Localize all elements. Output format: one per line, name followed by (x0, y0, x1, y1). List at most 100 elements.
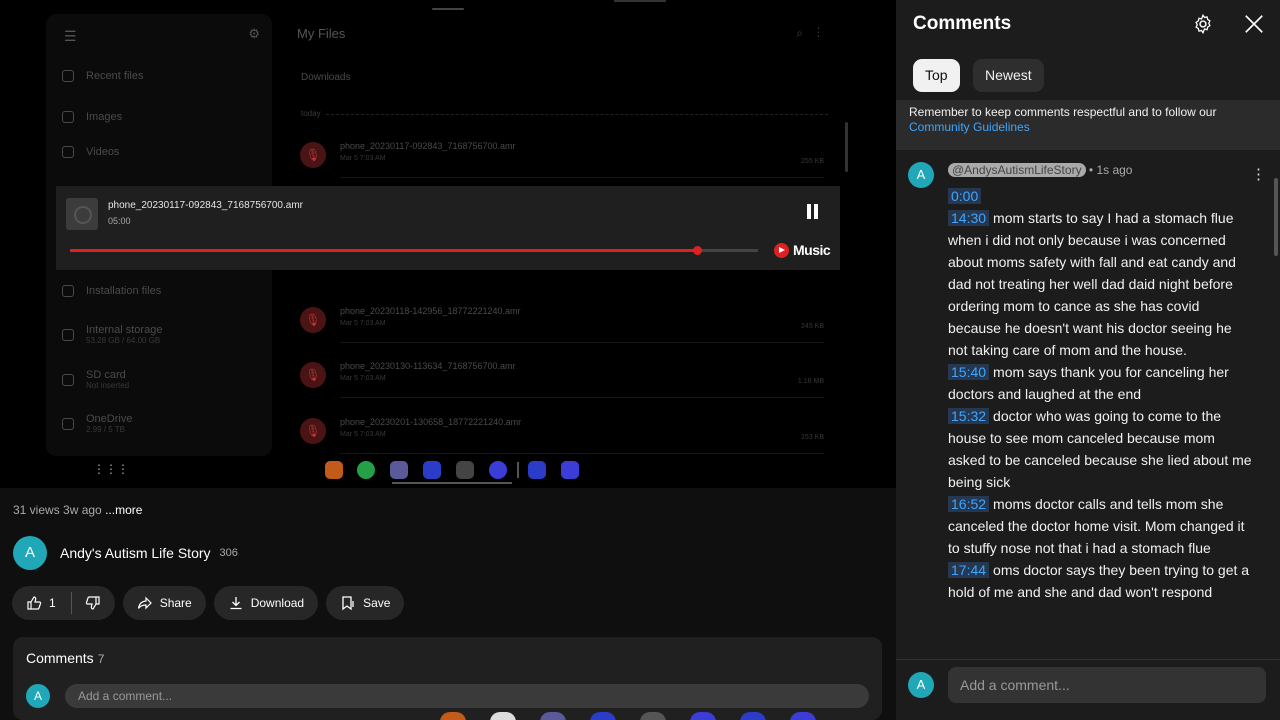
sidebar-item: Images (62, 111, 122, 123)
file-name: phone_20230118-142956_18772221240.amr (340, 306, 521, 316)
seek-bar[interactable] (70, 246, 758, 255)
timestamp-link[interactable]: 0:00 (948, 188, 982, 204)
comments-teaser-label: Comments (26, 650, 94, 666)
taskbar-app-icon[interactable] (390, 461, 408, 479)
screen: ☰ ⚙ Recent filesImagesVideosAudio filesI… (0, 0, 1280, 720)
sidebar-item-sub: 2.99 / 5 TB (86, 425, 125, 434)
downloads-heading: Downloads (301, 72, 351, 83)
file-size: 1.18 MB (797, 378, 824, 385)
thumbs-up-icon[interactable] (26, 595, 42, 611)
peek-app-icon (740, 712, 766, 720)
sidebar-item-text: Installation files (86, 285, 161, 297)
more-vert-icon[interactable]: ⋮ (1251, 165, 1266, 183)
panel-scrollbar[interactable] (1274, 178, 1278, 256)
row-divider (340, 453, 824, 454)
peek-app-icon (590, 712, 616, 720)
comment-paragraph: 14:30 mom starts to say I had a stomach f… (948, 207, 1253, 361)
sidebar-item-text: OneDrive 2.99 / 5 TB (86, 413, 132, 434)
subscriber-count: 306 (219, 547, 238, 559)
video-player[interactable]: ☰ ⚙ Recent filesImagesVideosAudio filesI… (0, 0, 896, 488)
more-link[interactable]: ...more (105, 503, 142, 517)
add-comment-input[interactable]: Add a comment... (65, 684, 869, 708)
comment-text: mom says thank you for canceling her doc… (948, 364, 1229, 402)
apps-grid-icon[interactable]: ⋮⋮⋮ (93, 462, 129, 476)
comment-text: mom starts to say I had a stomach flue w… (948, 210, 1236, 358)
sidebar-item: Recent files (62, 70, 143, 82)
comments-teaser[interactable]: Comments 7 A Add a comment... (13, 637, 882, 720)
music-mini-player[interactable]: phone_20230117-092843_7168756700.amr 05:… (56, 186, 840, 270)
row-divider (340, 177, 824, 178)
channel-avatar[interactable]: A (13, 536, 47, 570)
sidebar-item-text: SD card Not inserted (86, 369, 129, 390)
share-button[interactable]: Share (122, 586, 206, 620)
taskbar-app-icon[interactable] (561, 461, 579, 479)
file-date: Mar 5 7:03 AM (340, 431, 386, 438)
download-button[interactable]: Download (213, 586, 319, 620)
taskbar-app-icon[interactable] (357, 461, 375, 479)
peek-app-icon (640, 712, 666, 720)
action-bar: 1 Share Download Save (12, 586, 405, 620)
taskbar-app-icon[interactable] (456, 461, 474, 479)
file-row: 🎙 phone_20230117-092843_7168756700.amr Mar… (300, 138, 824, 178)
row-divider (340, 342, 824, 343)
timestamp-link[interactable]: 17:44 (948, 562, 990, 578)
save-to-playlist-icon (342, 596, 354, 611)
taskbar-app-icon[interactable] (489, 461, 507, 479)
timestamp-link[interactable]: 16:52 (948, 496, 990, 512)
channel-name[interactable]: Andy's Autism Life Story (60, 545, 211, 561)
sidebar-item-sub: Not inserted (86, 381, 130, 390)
scrollbar (845, 122, 848, 172)
settings-gear-icon[interactable] (1192, 13, 1214, 35)
thumbs-down-icon[interactable] (85, 595, 101, 611)
channel-row[interactable]: A Andy's Autism Life Story 306 (13, 536, 238, 570)
close-icon[interactable] (1243, 13, 1265, 35)
divider (326, 114, 828, 115)
taskbar-app-icon[interactable] (528, 461, 546, 479)
timestamp-link[interactable]: 14:30 (948, 210, 990, 226)
view-count: 31 views (13, 503, 60, 517)
add-comment-field[interactable]: Add a comment... (948, 667, 1266, 703)
sidebar-item-label: Installation files (86, 285, 162, 297)
search-and-more-icons: ⌕⋮ (796, 26, 834, 40)
comments-teaser-count: 7 (97, 652, 105, 666)
sidebar-item: OneDrive 2.99 / 5 TB (62, 413, 132, 434)
community-guidelines-link[interactable]: Community Guidelines (909, 120, 1267, 135)
row-divider (340, 397, 824, 398)
taskbar-app-icon[interactable] (325, 461, 343, 479)
add-comment-row: A Add a comment... (896, 659, 1280, 720)
share-label: Share (159, 596, 192, 610)
like-dislike-button[interactable]: 1 (12, 586, 115, 620)
commenter-avatar[interactable]: A (908, 162, 934, 188)
sidebar-item: SD card Not inserted (62, 369, 129, 390)
timestamp-link[interactable]: 15:40 (948, 364, 990, 380)
filter-chip-newest[interactable]: Newest (973, 59, 1044, 92)
filter-chip-top[interactable]: Top (913, 59, 960, 92)
seek-handle[interactable] (693, 246, 703, 255)
youtube-music-logo: Music (774, 242, 831, 258)
peek-app-icon (790, 712, 816, 720)
sidebar-item-text: Recent files (86, 70, 143, 82)
comment-age: • 1s ago (1088, 163, 1133, 177)
file-date: Mar 5 7:03 AM (340, 375, 386, 382)
video-title-cut (12, 480, 432, 490)
sidebar-item-label: Images (86, 111, 123, 123)
sidebar-item-label: SD card (86, 369, 126, 381)
pause-button[interactable] (806, 204, 820, 220)
commenter-handle[interactable]: @AndysAutismLifeStory (948, 163, 1086, 177)
download-icon (230, 597, 242, 610)
file-row: 🎙 phone_20230201-130658_18772221240.amr Ma… (300, 414, 824, 454)
settings-icon: ⚙ (248, 26, 260, 41)
panel-title: Comments (913, 13, 1012, 34)
file-row: 🎙 phone_20230118-142956_18772221240.amr Ma… (300, 303, 824, 343)
taskbar-app-icon[interactable] (423, 461, 441, 479)
save-label: Save (363, 596, 391, 610)
video-meta[interactable]: 31 views 3w ago ...more (13, 503, 142, 517)
peek-app-icon (440, 712, 466, 720)
folder-icon (62, 146, 74, 158)
peek-app-icon (540, 712, 566, 720)
sidebar-item-label: Videos (86, 146, 120, 158)
save-button[interactable]: Save (326, 586, 405, 620)
timestamp-link[interactable]: 15:32 (948, 408, 990, 424)
download-label: Download (250, 596, 305, 610)
folder-icon (62, 328, 74, 341)
